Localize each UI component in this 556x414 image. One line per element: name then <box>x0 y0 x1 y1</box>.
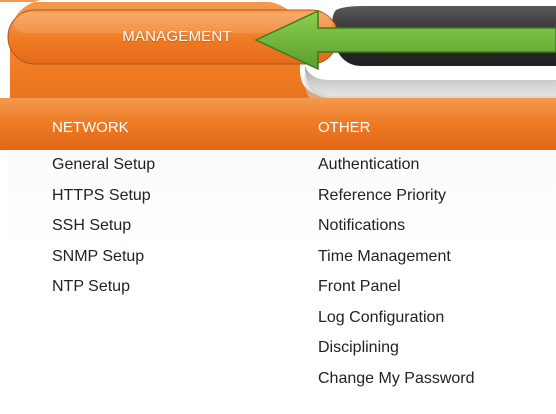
network-menu-list: General Setup HTTPS Setup SSH Setup SNMP… <box>52 151 155 304</box>
menu-item-https-setup[interactable]: HTTPS Setup <box>52 182 155 213</box>
menu-item-change-my-password[interactable]: Change My Password <box>318 365 475 396</box>
other-menu-list: Authentication Reference Priority Notifi… <box>318 151 475 395</box>
tab-management[interactable]: MANAGEMENT <box>92 25 262 49</box>
menu-item-reference-priority[interactable]: Reference Priority <box>318 182 475 213</box>
menu-item-ssh-setup[interactable]: SSH Setup <box>52 212 155 243</box>
menu-item-front-panel[interactable]: Front Panel <box>318 273 475 304</box>
menu-item-disciplining[interactable]: Disciplining <box>318 334 475 365</box>
network-column-header: NETWORK <box>52 119 129 136</box>
menu-item-authentication[interactable]: Authentication <box>318 151 475 182</box>
menu-item-ntp-setup[interactable]: NTP Setup <box>52 273 155 304</box>
other-column-header: OTHER <box>318 119 371 136</box>
menu-item-general-setup[interactable]: General Setup <box>52 151 155 182</box>
menu-item-notifications[interactable]: Notifications <box>318 212 475 243</box>
menu-item-log-configuration[interactable]: Log Configuration <box>318 304 475 335</box>
menu-item-time-management[interactable]: Time Management <box>318 243 475 274</box>
menu-item-snmp-setup[interactable]: SNMP Setup <box>52 243 155 274</box>
management-menu-panel: MANAGEMENT NETWORK OTHER General Setup H… <box>0 0 556 414</box>
